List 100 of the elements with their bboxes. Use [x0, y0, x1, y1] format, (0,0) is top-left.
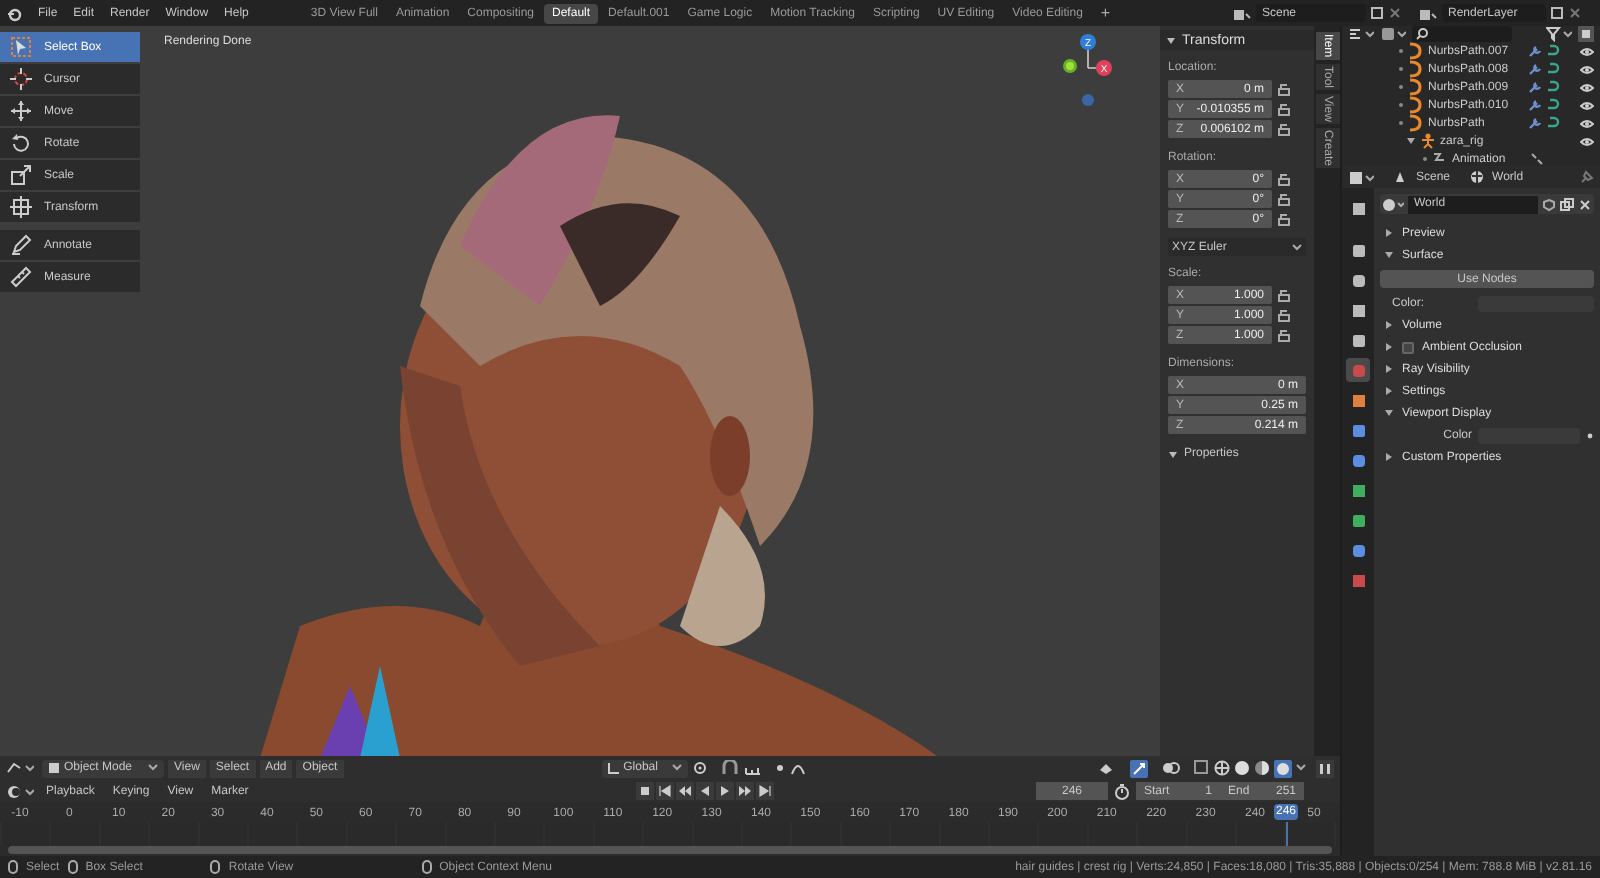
wireframe-shading-icon[interactable]: [1214, 760, 1230, 776]
eye-icon[interactable]: [1580, 117, 1594, 129]
object-icon: [48, 762, 60, 774]
display-mode-icon[interactable]: [1348, 26, 1374, 42]
xray-icon[interactable]: [1194, 760, 1210, 776]
eye-icon[interactable]: [1580, 99, 1594, 111]
tree-dot-icon: [1398, 84, 1404, 90]
new-icon[interactable]: [1550, 6, 1564, 20]
tab-icon: [1351, 453, 1365, 467]
disclosure-arrow-icon[interactable]: [1384, 408, 1394, 418]
previous-keyframe-button[interactable]: [676, 782, 695, 800]
rotate-icon: [10, 132, 32, 154]
scene-icon[interactable]: [1232, 5, 1252, 21]
chevron-icon[interactable]: [1296, 764, 1306, 772]
wrench-icon[interactable]: [1528, 44, 1542, 58]
expand-arrow-icon[interactable]: [1168, 449, 1178, 459]
lock-icon[interactable]: [1278, 308, 1292, 322]
eye-icon[interactable]: [1580, 135, 1594, 147]
lock-icon[interactable]: [1278, 212, 1292, 226]
play-reverse-button[interactable]: [696, 782, 715, 800]
rendered-shading-icon[interactable]: [1274, 759, 1292, 777]
tab-icon: [1351, 333, 1365, 347]
play-button[interactable]: [716, 782, 735, 800]
lock-icon[interactable]: [1278, 122, 1292, 136]
lock-icon[interactable]: [1278, 102, 1292, 116]
close-icon[interactable]: [1578, 197, 1592, 211]
disclosure-arrow-icon[interactable]: [1384, 364, 1394, 374]
disclosure-arrow-icon[interactable]: [1384, 342, 1394, 352]
eye-icon[interactable]: [1580, 45, 1594, 57]
filter-icon[interactable]: [1546, 26, 1572, 42]
lock-icon[interactable]: [1278, 82, 1292, 96]
expand-arrow-icon[interactable]: [1166, 35, 1176, 45]
jump-start-button[interactable]: [656, 782, 675, 800]
mouse-icon: [8, 860, 18, 874]
globe-icon[interactable]: [1382, 197, 1404, 211]
play-icon: [718, 784, 733, 798]
add-workspace-button[interactable]: +: [1094, 5, 1117, 21]
tab-icon: [1351, 303, 1365, 317]
timeline-editor-icon[interactable]: [6, 783, 34, 799]
select-box-icon: [10, 36, 32, 58]
tree-dot-icon: [1422, 156, 1428, 162]
pencil-icon: [10, 234, 32, 256]
disclosure-arrow-icon[interactable]: [1384, 228, 1394, 238]
close-icon[interactable]: [1568, 6, 1582, 20]
material-shading-icon[interactable]: [1254, 760, 1270, 776]
tree-dot-icon: [1398, 48, 1404, 54]
wrench-icon[interactable]: [1528, 116, 1542, 130]
scrollbar[interactable]: [8, 846, 1332, 854]
tab-icon: [1351, 363, 1365, 377]
lock-icon[interactable]: [1278, 172, 1292, 186]
tab-icon: [1351, 273, 1365, 287]
checkbox[interactable]: [1402, 341, 1414, 353]
ruler-icon: [10, 266, 32, 288]
lock-icon[interactable]: [1278, 192, 1292, 206]
disclosure-arrow-icon[interactable]: [1384, 452, 1394, 462]
action-icon[interactable]: [1529, 152, 1544, 166]
close-icon[interactable]: [1388, 6, 1402, 20]
square-icon: [638, 784, 653, 798]
blender-icon[interactable]: [6, 5, 22, 21]
tab-icon: [1351, 483, 1365, 497]
armature-icon: [1420, 132, 1436, 150]
eye-icon[interactable]: [1580, 81, 1594, 93]
disclosure-arrow-icon[interactable]: [1384, 386, 1394, 396]
search-field[interactable]: [1412, 26, 1512, 42]
stopwatch-icon[interactable]: [1114, 783, 1130, 799]
scene-icon[interactable]: [1418, 5, 1438, 21]
lock-icon[interactable]: [1278, 288, 1292, 302]
transform-icon: [10, 196, 32, 218]
editor-type-icon[interactable]: [1348, 169, 1374, 185]
next-keyframe-button[interactable]: [736, 782, 755, 800]
keyframe-dot-icon[interactable]: [1586, 431, 1594, 439]
eye-icon[interactable]: [1580, 63, 1594, 75]
pause-icon[interactable]: [1316, 759, 1334, 777]
lock-icon[interactable]: [1278, 328, 1292, 342]
wrench-icon[interactable]: [1528, 62, 1542, 76]
fake-user-icon[interactable]: [1542, 197, 1556, 211]
search-icon: [1416, 28, 1428, 40]
chevron-icon: [148, 764, 158, 772]
wrench-icon[interactable]: [1528, 98, 1542, 112]
wrench-icon[interactable]: [1528, 80, 1542, 94]
snap-icon[interactable]: [719, 760, 740, 776]
jump-end-button[interactable]: [756, 782, 775, 800]
disclosure-arrow-icon[interactable]: [1406, 136, 1416, 146]
mouse-icon: [421, 860, 432, 874]
new-icon[interactable]: [1370, 6, 1384, 20]
disclosure-arrow-icon[interactable]: [1384, 250, 1394, 260]
pin-icon[interactable]: [1580, 170, 1594, 184]
axes-icon: [607, 762, 620, 774]
new-collection-icon[interactable]: [1578, 26, 1594, 42]
editor-type-icon[interactable]: [6, 760, 34, 776]
disclosure-arrow-icon[interactable]: [1384, 320, 1394, 330]
solid-shading-icon[interactable]: [1234, 760, 1250, 776]
tab-icon: [1351, 423, 1365, 437]
keyframe-button[interactable]: [636, 782, 655, 800]
view-layer-icon[interactable]: [1380, 26, 1406, 42]
duplicate-icon[interactable]: [1560, 197, 1574, 211]
jump-start-icon: [658, 784, 673, 798]
tab-icon: [1351, 573, 1365, 587]
jump-end-icon: [758, 784, 773, 798]
tree-dot-icon: [1398, 102, 1404, 108]
